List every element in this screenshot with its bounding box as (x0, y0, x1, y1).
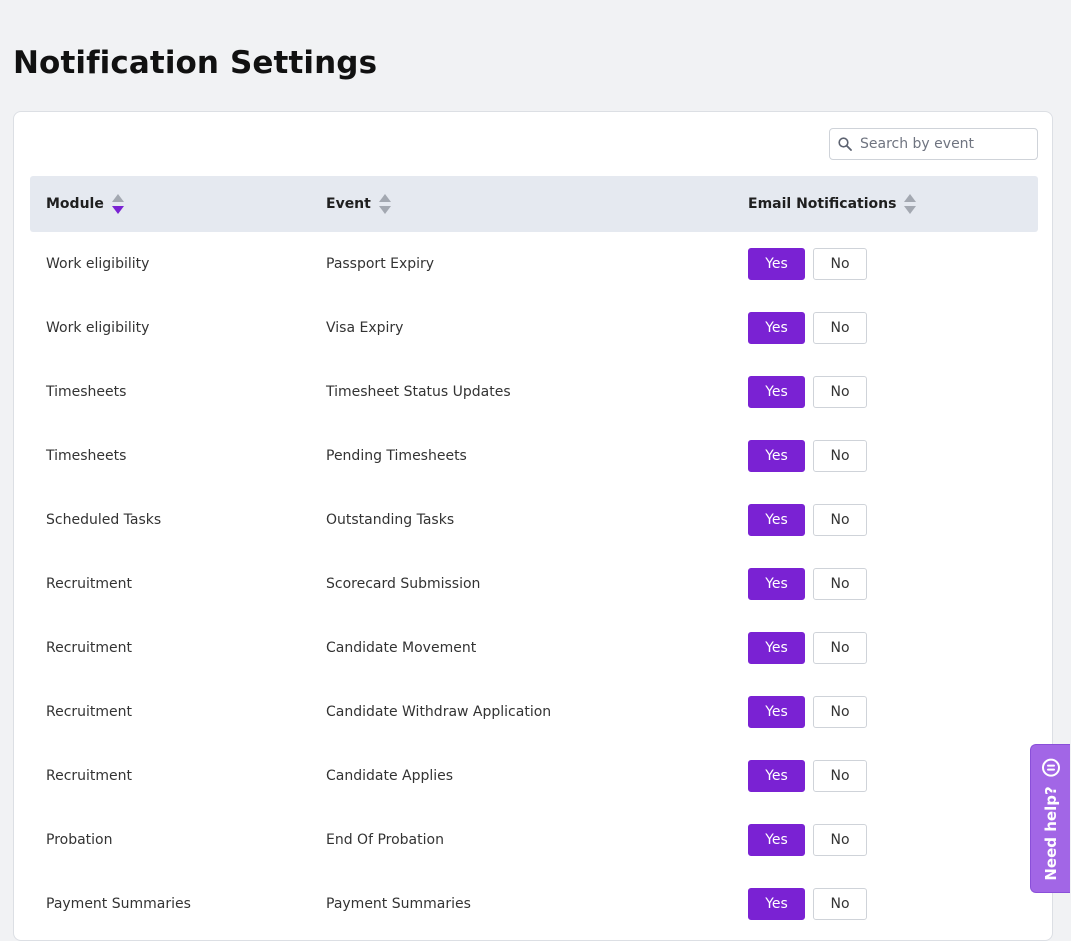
event-cell: Visa Expiry (326, 320, 404, 336)
module-cell: Payment Summaries (46, 896, 191, 912)
table-row: Work eligibility Visa Expiry Yes No (30, 296, 1038, 360)
column-header-email-notifications[interactable]: Email Notifications (748, 176, 917, 232)
table-row: Recruitment Candidate Applies Yes No (30, 744, 1038, 808)
yes-button[interactable]: Yes (748, 888, 805, 920)
yes-button[interactable]: Yes (748, 632, 805, 664)
table-row: Scheduled Tasks Outstanding Tasks Yes No (30, 488, 1038, 552)
column-header-label: Module (46, 196, 104, 212)
event-cell: Candidate Movement (326, 640, 477, 656)
sort-icon[interactable] (903, 193, 917, 215)
table-row: Payment Summaries Payment Summaries Yes No (30, 872, 1038, 936)
table-row: Recruitment Scorecard Submission Yes No (30, 552, 1038, 616)
column-header-label: Event (326, 196, 371, 212)
table-header: Module Event Email Notifications (30, 176, 1038, 232)
email-notification-toggle: Yes No (748, 232, 867, 296)
yes-button[interactable]: Yes (748, 760, 805, 792)
search-icon (838, 137, 852, 151)
event-cell: Passport Expiry (326, 256, 435, 272)
column-header-event[interactable]: Event (326, 176, 392, 232)
sort-descending-icon[interactable] (111, 193, 125, 215)
search-input[interactable] (860, 129, 1030, 159)
yes-button[interactable]: Yes (748, 440, 805, 472)
event-cell: Candidate Withdraw Application (326, 704, 552, 720)
module-cell: Scheduled Tasks (46, 512, 162, 528)
event-cell: Timesheet Status Updates (326, 384, 511, 400)
module-cell: Timesheets (46, 384, 127, 400)
module-cell: Probation (46, 832, 113, 848)
table-row: Timesheets Timesheet Status Updates Yes No (30, 360, 1038, 424)
yes-button[interactable]: Yes (748, 824, 805, 856)
email-notification-toggle: Yes No (748, 744, 867, 808)
table-row: Probation End Of Probation Yes No (30, 808, 1038, 872)
yes-button[interactable]: Yes (748, 504, 805, 536)
no-button[interactable]: No (813, 312, 867, 344)
no-button[interactable]: No (813, 888, 867, 920)
yes-button[interactable]: Yes (748, 248, 805, 280)
event-cell: End Of Probation (326, 832, 444, 848)
module-cell: Recruitment (46, 704, 133, 720)
no-button[interactable]: No (813, 632, 867, 664)
event-cell: Outstanding Tasks (326, 512, 455, 528)
no-button[interactable]: No (813, 568, 867, 600)
table-row: Recruitment Candidate Movement Yes No (30, 616, 1038, 680)
no-button[interactable]: No (813, 440, 867, 472)
yes-button[interactable]: Yes (748, 568, 805, 600)
search-box[interactable] (829, 128, 1038, 160)
no-button[interactable]: No (813, 504, 867, 536)
page-title: Notification Settings (13, 45, 378, 81)
module-cell: Work eligibility (46, 256, 150, 272)
module-cell: Recruitment (46, 640, 133, 656)
email-notification-toggle: Yes No (748, 872, 867, 936)
table-row: Timesheets Pending Timesheets Yes No (30, 424, 1038, 488)
email-notification-toggle: Yes No (748, 808, 867, 872)
column-header-label: Email Notifications (748, 196, 897, 212)
email-notification-toggle: Yes No (748, 424, 867, 488)
no-button[interactable]: No (813, 248, 867, 280)
table-row: Work eligibility Passport Expiry Yes No (30, 232, 1038, 296)
no-button[interactable]: No (813, 376, 867, 408)
column-header-module[interactable]: Module (46, 176, 125, 232)
event-cell: Payment Summaries (326, 896, 471, 912)
event-cell: Scorecard Submission (326, 576, 481, 592)
sort-icon[interactable] (378, 193, 392, 215)
table-row: Recruitment Candidate Withdraw Applicatio… (30, 680, 1038, 744)
module-cell: Recruitment (46, 576, 133, 592)
email-notification-toggle: Yes No (748, 488, 867, 552)
module-cell: Work eligibility (46, 320, 150, 336)
yes-button[interactable]: Yes (748, 376, 805, 408)
chat-icon (1041, 757, 1060, 776)
module-cell: Timesheets (46, 448, 127, 464)
event-cell: Candidate Applies (326, 768, 454, 784)
need-help-label: Need help? (1041, 785, 1060, 881)
event-cell: Pending Timesheets (326, 448, 467, 464)
email-notification-toggle: Yes No (748, 616, 867, 680)
email-notification-toggle: Yes No (748, 680, 867, 744)
no-button[interactable]: No (813, 760, 867, 792)
no-button[interactable]: No (813, 824, 867, 856)
email-notification-toggle: Yes No (748, 552, 867, 616)
table-body: Work eligibility Passport Expiry Yes No Work… (30, 232, 1038, 936)
module-cell: Recruitment (46, 768, 133, 784)
notification-settings-card: Module Event Email Notifications Work el… (13, 111, 1053, 941)
yes-button[interactable]: Yes (748, 312, 805, 344)
email-notification-toggle: Yes No (748, 296, 867, 360)
yes-button[interactable]: Yes (748, 696, 805, 728)
email-notification-toggle: Yes No (748, 360, 867, 424)
need-help-tab[interactable]: Need help? (1030, 744, 1070, 893)
no-button[interactable]: No (813, 696, 867, 728)
